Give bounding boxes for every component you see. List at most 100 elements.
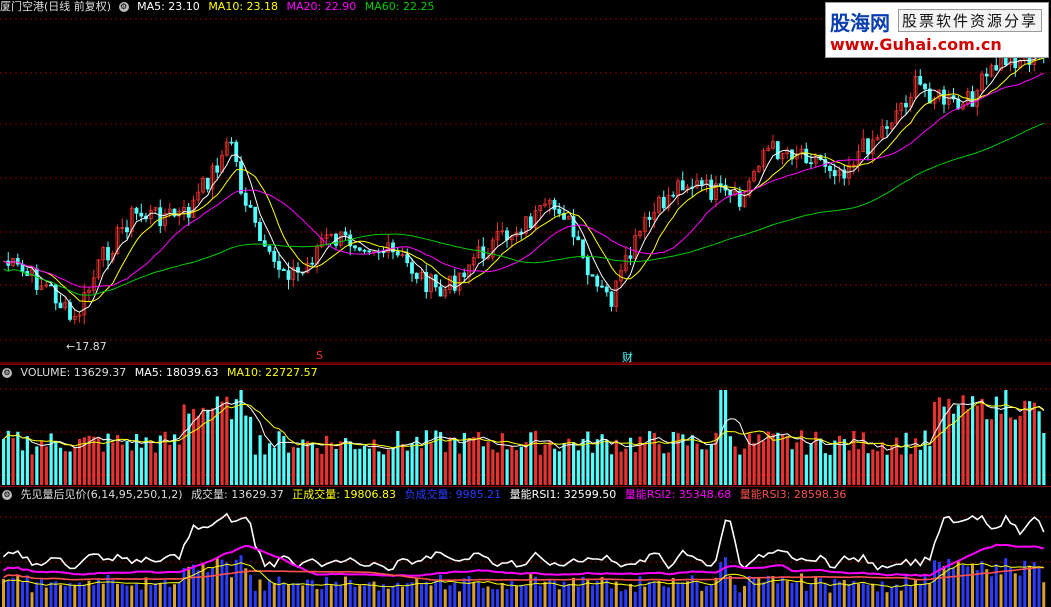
indicator-bar — [111, 579, 115, 607]
indicator-bar — [92, 585, 96, 607]
indicator-bar — [306, 579, 309, 607]
indicator-bar — [192, 564, 195, 607]
event-marker-finance[interactable]: 财 — [622, 349, 633, 365]
volume-bar — [819, 438, 823, 485]
indicator-bar — [866, 584, 870, 607]
candle-body — [581, 239, 585, 258]
candle-body — [600, 285, 604, 288]
volume-bar — [21, 450, 25, 485]
volume-rsi-chart[interactable] — [0, 487, 1051, 607]
candle-body — [353, 245, 357, 249]
indicator-bar — [847, 583, 851, 607]
indicator-bar — [676, 582, 680, 607]
indicator-bar — [234, 559, 238, 607]
volume-bar — [320, 453, 324, 485]
indicator-bar — [895, 584, 898, 607]
settings-icon[interactable]: ⚙ — [118, 2, 129, 12]
volume-bar — [719, 390, 723, 485]
volume-bar — [899, 454, 903, 485]
volume-chart-panel[interactable]: ⚙ VOLUME: 13629.37 MA5: 18039.63 MA10: 2… — [0, 364, 1051, 486]
indicator-bar — [519, 584, 523, 607]
indicator-bar — [633, 591, 637, 607]
candle-body — [106, 247, 110, 261]
candle-body — [58, 302, 63, 309]
volume-bar — [196, 415, 200, 485]
volume-bar — [11, 438, 15, 485]
candle-body — [828, 165, 832, 171]
indicator-bar — [724, 557, 727, 607]
indicator-bar — [44, 587, 48, 607]
indicator-bar — [966, 566, 970, 607]
indicator-bar — [923, 575, 927, 607]
indicator-bar — [648, 581, 651, 607]
volume-bar — [472, 436, 476, 485]
indicator-bar — [809, 583, 813, 607]
candle-body — [647, 216, 652, 220]
indicator-name[interactable]: 先见量后见价(6,14,95,250,1,2) — [21, 488, 183, 501]
vol-ma5-readout: MA5: 18039.63 — [134, 366, 219, 379]
volume-bar — [671, 431, 675, 485]
indicator-bar — [443, 589, 447, 607]
volume-bar — [652, 433, 656, 485]
stock-title[interactable]: 厦门空港(日线 前复权) — [0, 0, 111, 13]
volume-bar — [220, 401, 224, 485]
candle-body — [671, 194, 676, 197]
candle-body — [994, 65, 999, 71]
candle-body — [134, 207, 139, 214]
indicator-bar — [21, 582, 24, 607]
price-chart-panel[interactable]: 厦门空港(日线 前复权) ⚙ MA5: 23.10 MA10: 23.18 MA… — [0, 0, 1051, 364]
volume-bars-chart[interactable] — [0, 365, 1051, 486]
indicator-bar — [952, 567, 955, 607]
indicator-bar — [861, 583, 865, 607]
indicator-chart-panel[interactable]: ⚙ 先见量后见价(6,14,95,250,1,2) 成交量: 13629.37 … — [0, 486, 1051, 607]
indicator-bar — [139, 589, 143, 607]
indicator-bar — [800, 573, 803, 607]
indicator-bar — [785, 580, 789, 607]
volume-bar — [263, 454, 267, 485]
candle-body — [205, 177, 210, 190]
volume-bar — [971, 396, 975, 485]
indicator-bar — [258, 579, 262, 607]
volume-bar — [709, 444, 713, 485]
indicator-bar — [453, 582, 457, 607]
ma5-line — [3, 54, 1044, 313]
indicator-bar — [657, 580, 661, 607]
volume-bar — [453, 438, 457, 485]
indicator-bar — [766, 575, 770, 607]
event-marker-s[interactable]: S — [316, 349, 323, 362]
volume-settings-icon[interactable]: ⚙ — [2, 368, 12, 378]
candle-body — [604, 286, 609, 293]
candle-body — [832, 170, 837, 177]
indicator-bar — [515, 586, 518, 607]
volume-bar — [258, 435, 262, 485]
volume-bar — [111, 442, 115, 485]
indicator-bar — [59, 584, 62, 607]
volume-bar — [68, 451, 72, 485]
indicator-bar — [714, 577, 718, 607]
indicator-bar — [182, 568, 186, 607]
indicator-bar — [291, 583, 295, 607]
indicator-bar — [790, 582, 794, 607]
indicator-settings-icon[interactable]: ⚙ — [2, 490, 12, 500]
indicator-bar — [472, 582, 476, 607]
volume-bar — [363, 445, 367, 485]
indicator-bar — [177, 581, 181, 607]
indicator-bar — [225, 562, 229, 607]
volume-bar — [44, 446, 48, 485]
watermark-tagline: 股票软件资源分享 — [898, 9, 1043, 32]
volume-bar — [548, 441, 552, 485]
volume-bar — [396, 430, 400, 485]
volume-bar — [92, 436, 96, 485]
indicator-bar — [985, 569, 989, 607]
volume-bar — [97, 437, 101, 485]
volume-bar — [325, 435, 329, 485]
candle-body — [699, 180, 704, 185]
indicator-bar — [358, 585, 362, 607]
indicator-bar — [543, 581, 547, 607]
candle-body — [923, 83, 927, 90]
volume-bar — [966, 409, 970, 485]
candle-body — [462, 272, 467, 278]
volume-bar — [909, 453, 913, 485]
indicator-bar — [396, 582, 400, 607]
volume-bar — [63, 451, 67, 485]
